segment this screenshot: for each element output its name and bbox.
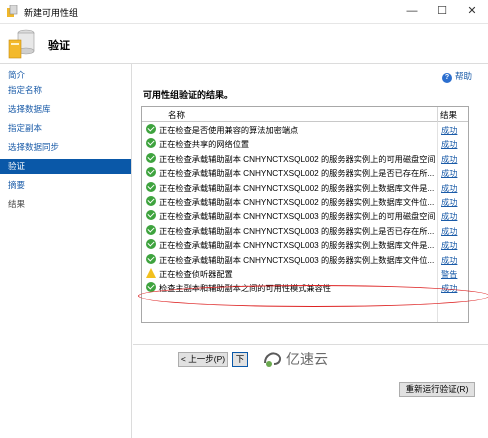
column-divider[interactable] [437,107,438,122]
column-header-name[interactable]: 名称 [168,109,185,121]
watermark-text: 亿速云 [286,351,328,367]
table-row: 正在检查侦听器配置 警告 [142,266,468,280]
help-link[interactable]: ? 帮助 [441,70,472,83]
table-row: 正在检查承载辅助副本 CNHYNCTXSQL002 的服务器实例上是否已存在所.… [142,165,468,179]
table-row: 正在检查承载辅助副本 CNHYNCTXSQL003 的服务器实例上的可用磁盘空间… [142,208,468,222]
result-link[interactable]: 成功 [441,167,457,179]
row-name: 正在检查承载辅助副本 CNHYNCTXSQL002 的服务器实例上数据库文件位.… [159,197,435,207]
row-name: 正在检查承载辅助副本 CNHYNCTXSQL003 的服务器实例上数据库文件位.… [159,255,435,265]
row-name: 正在检查共享的网络位置 [159,140,250,150]
sidebar-item-databases[interactable]: 选择数据库 [0,102,131,117]
column-header-result[interactable]: 结果 [440,109,457,121]
table-row: 正在检查承载辅助副本 CNHYNCTXSQL002 的服务器实例上数据库文件位.… [142,194,468,208]
maximize-button[interactable]: ☐ [427,0,457,22]
result-link[interactable]: 成功 [441,210,457,222]
row-name: 正在检查承载辅助副本 CNHYNCTXSQL002 的服务器实例上的可用磁盘空间 [159,154,435,164]
success-icon [146,152,156,163]
warning-icon [146,267,156,278]
window-title: 新建可用性组 [24,8,79,18]
sidebar-item-summary[interactable]: 摘要 [0,178,131,193]
grid-header: 名称 结果 [142,107,468,122]
row-name: 正在检查侦听器配置 [159,269,233,279]
row-name: 正在检查承载辅助副本 CNHYNCTXSQL003 的服务器实例上数据库文件是.… [159,241,435,251]
minimize-button[interactable]: — [397,0,427,22]
database-wizard-icon [8,29,35,59]
help-label: 帮助 [454,71,472,81]
red-annotation-ellipse [138,285,488,307]
success-icon [146,181,156,192]
previous-button[interactable]: < 上一步(P) [178,352,228,367]
section-title: 可用性组验证的结果。 [143,90,234,100]
result-link[interactable]: 成功 [441,225,457,237]
row-name: 正在检查是否使用兼容的算法加密端点 [159,126,299,135]
row-name: 正在检查承载辅助副本 CNHYNCTXSQL003 的服务器实例上是否已存在所.… [159,226,435,236]
result-link[interactable]: 成功 [441,153,457,165]
table-row: 正在检查承载辅助副本 CNHYNCTXSQL003 的服务器实例上是否已存在所.… [142,223,468,237]
result-link[interactable]: 成功 [441,254,457,266]
table-row: 正在检查共享的网络位置 成功 [142,136,468,150]
table-row: 正在检查承载辅助副本 CNHYNCTXSQL002 的服务器实例上的可用磁盘空间… [142,151,468,165]
sidebar-item-replicas[interactable]: 指定副本 [0,121,131,136]
result-link[interactable]: 成功 [441,124,457,136]
table-row: 正在检查承载辅助副本 CNHYNCTXSQL003 的服务器实例上数据库文件是.… [142,237,468,251]
result-link[interactable]: 成功 [441,182,457,194]
row-name: 正在检查承载辅助副本 CNHYNCTXSQL002 的服务器实例上是否已存在所.… [159,169,435,179]
wizard-sidebar: 简介 指定名称 选择数据库 指定副本 选择数据同步 验证 摘要 结果 [0,64,132,438]
sidebar-item-intro[interactable]: 简介 [0,68,131,83]
success-icon [146,167,156,178]
sidebar-item-validation[interactable]: 验证 [0,159,131,174]
success-icon [146,124,156,134]
result-link[interactable]: 成功 [441,196,457,208]
rerun-validation-button[interactable]: 重新运行验证(R) [399,382,475,397]
sidebar-item-results: 结果 [8,199,26,209]
success-icon [146,138,156,149]
main-panel: ? 帮助 可用性组验证的结果。 名称 结果 正在检查是否使用兼容的算法加密端点 成功… [133,64,488,438]
table-row: 正在检查承载辅助副本 CNHYNCTXSQL003 的服务器实例上数据库文件位.… [142,252,468,266]
success-icon [146,239,156,250]
close-button[interactable]: ✕ [457,0,487,22]
success-icon [146,224,156,235]
footer-divider [133,344,488,345]
page-header: 验证 [0,24,488,64]
sidebar-item-name[interactable]: 指定名称 [0,83,131,98]
table-row: 正在检查承载辅助副本 CNHYNCTXSQL002 的服务器实例上数据库文件是.… [142,180,468,194]
success-icon [146,210,156,221]
result-link[interactable]: 警告 [441,268,457,280]
page-title: 验证 [48,40,70,52]
title-bar: 新建可用性组 — ☐ ✕ [0,0,488,24]
success-icon [146,253,156,264]
sidebar-item-data-sync[interactable]: 选择数据同步 [0,140,131,155]
app-icon [7,5,18,17]
result-link[interactable]: 成功 [441,138,457,150]
row-name: 正在检查承载辅助副本 CNHYNCTXSQL003 的服务器实例上的可用磁盘空间 [159,212,435,222]
next-button[interactable]: 下 [232,352,248,367]
success-icon [146,195,156,206]
row-name: 正在检查承载辅助副本 CNHYNCTXSQL002 的服务器实例上数据库文件是.… [159,183,435,193]
result-link[interactable]: 成功 [441,239,457,251]
help-icon: ? [441,73,452,83]
watermark-logo-icon [264,352,282,367]
table-row: 正在检查是否使用兼容的算法加密端点 成功 [142,122,468,136]
